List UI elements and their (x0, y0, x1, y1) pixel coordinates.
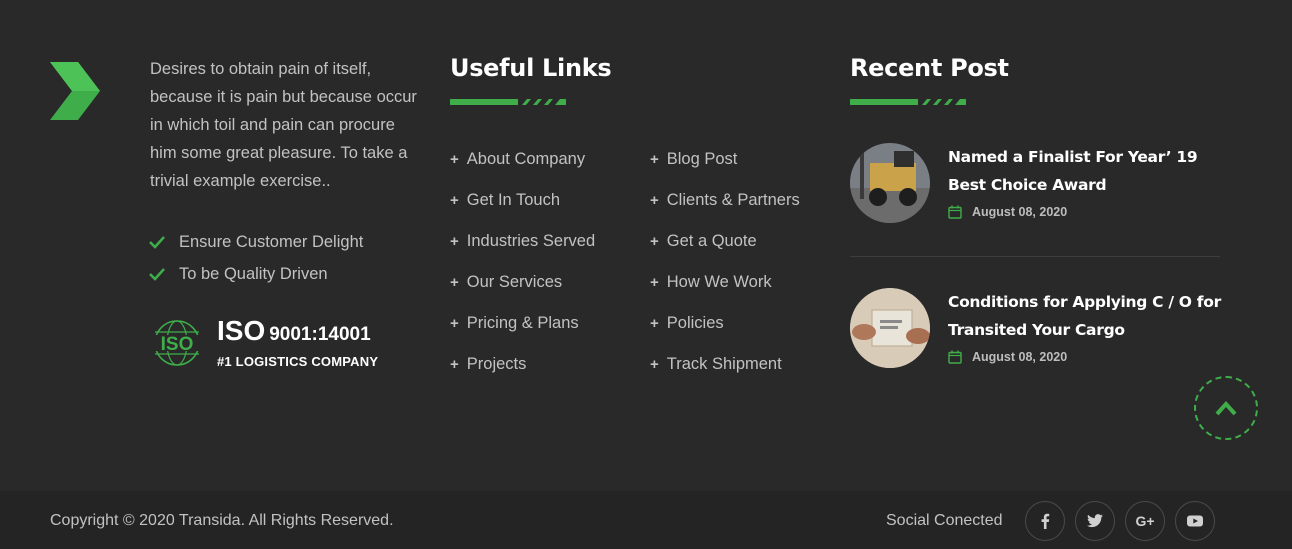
calendar-icon (948, 350, 962, 364)
post-title-link[interactable]: Named a Finalist For Year’ 19 Best Choic… (948, 143, 1228, 199)
calendar-icon (948, 205, 962, 219)
footer-link[interactable]: + About Company (450, 139, 595, 180)
post-thumbnail[interactable] (850, 143, 930, 223)
plus-icon: + (650, 151, 659, 168)
plus-icon: + (450, 233, 459, 250)
footer-link[interactable]: + Get a Quote (650, 221, 800, 262)
iso-badge-text: ISO (161, 334, 194, 355)
iso-title-label: ISO (217, 315, 266, 346)
link-label: Get a Quote (666, 232, 757, 250)
link-label: Pricing & Plans (466, 314, 579, 332)
plus-icon: + (650, 356, 659, 373)
twitter-icon (1087, 514, 1103, 528)
about-text: Desires to obtain pain of itself, becaus… (150, 60, 417, 190)
useful-links-heading: Useful Links (450, 54, 612, 82)
footer-link[interactable]: + Our Services (450, 262, 595, 303)
post-body: Named a Finalist For Year’ 19 Best Choic… (948, 143, 1228, 223)
footer-link[interactable]: + Blog Post (650, 139, 800, 180)
back-to-top-button[interactable] (1194, 376, 1258, 440)
plus-icon: + (650, 274, 659, 291)
footer-main: Desires to obtain pain of itself, becaus… (0, 0, 1292, 491)
heading-underline (850, 99, 966, 105)
footer-link[interactable]: + How We Work (650, 262, 800, 303)
link-label: Blog Post (666, 150, 738, 168)
post-body: Conditions for Applying C / O for Transi… (948, 288, 1228, 368)
link-label: Clients & Partners (666, 191, 800, 209)
feature-item: Ensure Customer Delight (148, 226, 363, 258)
useful-links-col-1: + About Company + Get In Touch + Industries… (450, 139, 595, 385)
social-label: Social Conected (886, 512, 1003, 529)
post-date-text: August 08, 2020 (972, 350, 1068, 364)
footer-link[interactable]: + Get In Touch (450, 180, 595, 221)
brand-logo[interactable] (50, 62, 100, 120)
plus-icon: + (450, 192, 459, 209)
link-label: Get In Touch (466, 191, 561, 209)
footer-link[interactable]: + Pricing & Plans (450, 303, 595, 344)
link-label: Policies (666, 314, 724, 332)
iso-tagline: #1 LOGISTICS COMPANY (217, 354, 379, 369)
link-label: Track Shipment (666, 355, 782, 373)
plus-icon: + (450, 315, 459, 332)
iso-title: ISO 9001:14001 (217, 316, 378, 350)
feature-item: To be Quality Driven (148, 258, 363, 290)
check-icon (149, 268, 165, 281)
plus-icon: + (650, 233, 659, 250)
recent-post-item: Conditions for Applying C / O for Transi… (850, 288, 1228, 368)
facebook-button[interactable] (1025, 501, 1065, 541)
recent-post-item: Named a Finalist For Year’ 19 Best Choic… (850, 143, 1228, 223)
iso-globe-icon: ISO (149, 319, 205, 366)
footer-link[interactable]: + Clients & Partners (650, 180, 800, 221)
link-label: Projects (466, 355, 527, 373)
plus-icon: + (450, 356, 459, 373)
link-label: How We Work (666, 273, 772, 291)
useful-links-col-2: + Blog Post + Clients & Partners + Get a Qu… (650, 139, 800, 385)
link-label: Industries Served (466, 232, 596, 250)
twitter-button[interactable] (1075, 501, 1115, 541)
iso-certification: ISO ISO 9001:14001 #1 LOGISTICS COMPANY (149, 316, 378, 369)
footer-bottom-bar: Copyright © 2020 Transida. All Rights Re… (0, 491, 1292, 549)
post-date-text: August 08, 2020 (972, 205, 1068, 219)
plus-icon: + (450, 151, 459, 168)
google-plus-button[interactable]: G+ (1125, 501, 1165, 541)
facebook-icon (1041, 513, 1050, 529)
social-links: G+ (1025, 501, 1225, 541)
check-icon (149, 236, 165, 249)
post-title-link[interactable]: Conditions for Applying C / O for Transi… (948, 288, 1228, 344)
post-date: August 08, 2020 (948, 205, 1228, 219)
copyright-text: Copyright © 2020 Transida. All Rights Re… (50, 512, 394, 529)
youtube-button[interactable] (1175, 501, 1215, 541)
plus-icon: + (650, 315, 659, 332)
feature-label: Ensure Customer Delight (179, 232, 364, 251)
plus-icon: + (650, 192, 659, 209)
iso-number: 9001:14001 (269, 324, 371, 345)
link-label: About Company (466, 150, 586, 168)
footer-link[interactable]: + Industries Served (450, 221, 595, 262)
link-label: Our Services (466, 273, 563, 291)
recent-post-heading: Recent Post (850, 54, 1009, 82)
heading-underline (450, 99, 566, 105)
post-date: August 08, 2020 (948, 350, 1228, 364)
iso-text: ISO 9001:14001 #1 LOGISTICS COMPANY (217, 316, 379, 370)
post-divider (850, 256, 1220, 257)
footer-link[interactable]: + Projects (450, 344, 595, 385)
google-plus-icon: G+ (1135, 513, 1155, 529)
plus-icon: + (450, 274, 459, 291)
youtube-icon (1187, 515, 1203, 527)
footer-link[interactable]: + Policies (650, 303, 800, 344)
post-thumbnail[interactable] (850, 288, 930, 368)
chevron-up-icon (1215, 401, 1237, 416)
feature-list: Ensure Customer Delight To be Quality Dr… (148, 226, 363, 290)
footer-link[interactable]: + Track Shipment (650, 344, 800, 385)
feature-label: To be Quality Driven (179, 264, 328, 283)
